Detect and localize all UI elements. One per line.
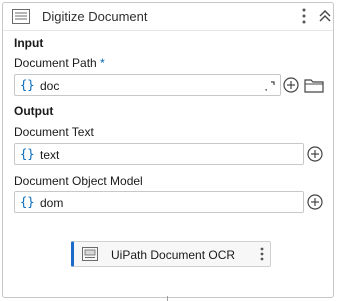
document-text-field[interactable]: {} text (14, 143, 304, 165)
more-options-icon[interactable] (299, 7, 309, 25)
document-object-model-label: Document Object Model (14, 174, 143, 188)
expression-brace-icon: {} (20, 78, 35, 92)
document-text-label: Document Text (14, 125, 94, 139)
child-activity-ocr[interactable]: UiPath Document OCR (71, 241, 271, 267)
document-path-value: doc (40, 79, 60, 93)
collapse-chevron-icon[interactable] (318, 8, 332, 24)
document-object-model-field[interactable]: {} dom (14, 191, 304, 213)
activity-header[interactable]: Digitize Document (3, 3, 333, 31)
activity-title: Digitize Document (42, 9, 148, 24)
add-variable-icon[interactable] (306, 145, 324, 163)
document-text-value: text (40, 148, 60, 162)
ocr-scanner-icon (82, 247, 98, 261)
input-section-heading: Input (14, 36, 44, 50)
required-marker: * (100, 56, 105, 70)
document-lines-icon (12, 9, 30, 24)
add-variable-icon[interactable] (306, 193, 324, 211)
activity-card[interactable]: Digitize Document Input Document Path * … (2, 2, 334, 298)
document-object-model-value: dom (40, 196, 64, 210)
child-activity-title: UiPath Document OCR (111, 248, 236, 262)
flow-connector (167, 296, 168, 301)
add-variable-icon[interactable] (282, 76, 300, 94)
expression-brace-icon: {} (20, 147, 35, 161)
document-path-label: Document Path * (14, 56, 105, 70)
output-section-heading: Output (14, 104, 54, 118)
document-path-field[interactable]: {} doc (14, 74, 281, 96)
browse-folder-icon[interactable] (303, 76, 325, 94)
expand-editor-icon[interactable] (265, 81, 275, 91)
expression-brace-icon: {} (20, 195, 35, 209)
more-options-icon[interactable] (258, 246, 266, 262)
